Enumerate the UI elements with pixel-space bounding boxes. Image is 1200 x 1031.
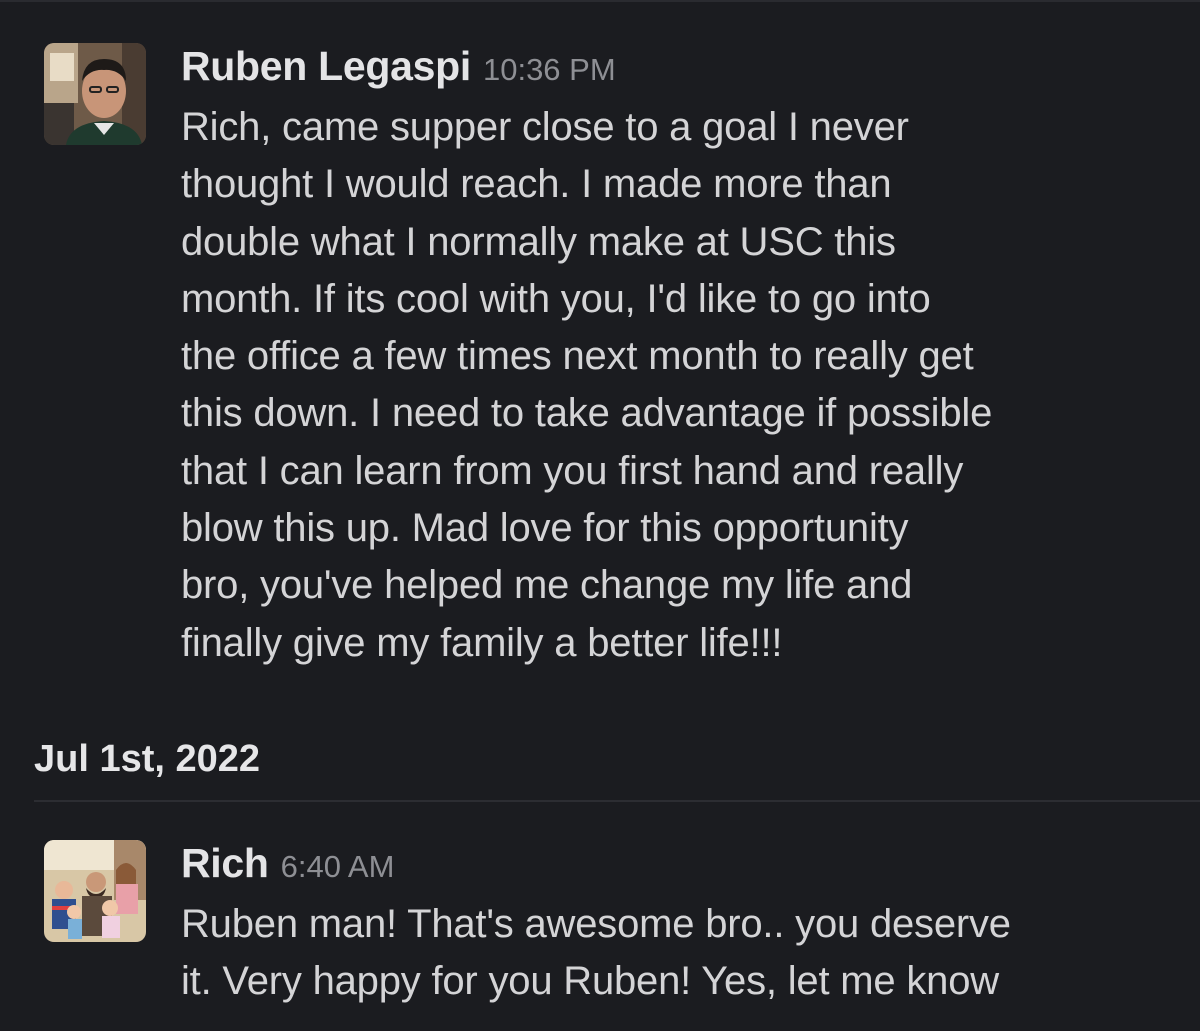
message-timestamp[interactable]: 10:36 PM (483, 52, 616, 87)
message-line: the office a few times next month to rea… (181, 334, 974, 379)
message-text: Ruben man! That's awesome bro.. you dese… (181, 896, 1181, 1011)
author-name[interactable]: Ruben Legaspi (181, 43, 471, 89)
message-line: blow this up. Mad love for this opportun… (181, 506, 909, 551)
user-avatar-photo-icon (44, 43, 146, 145)
message-line: it. Very happy for you Ruben! Yes, let m… (181, 959, 999, 1004)
family-avatar-photo-icon (44, 840, 146, 942)
message-header: Rich 6:40 AM (181, 840, 1181, 896)
message-ruben: Ruben Legaspi 10:36 PM Rich, came supper … (44, 43, 1184, 683)
date-divider: Jul 1st, 2022 (34, 732, 1200, 802)
date-divider-label[interactable]: Jul 1st, 2022 (34, 738, 260, 780)
message-header: Ruben Legaspi 10:36 PM (181, 43, 1181, 99)
message-line: month. If its cool with you, I'd like to… (181, 276, 931, 321)
message-text: Rich, came supper close to a goal I neve… (181, 99, 1181, 672)
message-timestamp[interactable]: 6:40 AM (281, 849, 395, 884)
message-line: double what I normally make at USC this (181, 219, 896, 264)
message-line: Ruben man! That's awesome bro.. you dese… (181, 902, 1011, 946)
user-avatar[interactable] (44, 840, 146, 942)
message-line: that I can learn from you first hand and… (181, 448, 964, 493)
message-line: finally give my family a better life!!! (181, 620, 783, 665)
message-line: this down. I need to take advantage if p… (181, 391, 993, 436)
message-line: bro, you've helped me change my life and (181, 563, 913, 608)
message-line: Rich, came supper close to a goal I neve… (181, 105, 909, 149)
user-avatar[interactable] (44, 43, 146, 145)
message-line: thought I would reach. I made more than (181, 162, 892, 207)
author-name[interactable]: Rich (181, 840, 269, 886)
top-divider (0, 0, 1200, 2)
message-rich: Rich 6:40 AM Ruben man! That's awesome br… (44, 840, 1184, 1031)
